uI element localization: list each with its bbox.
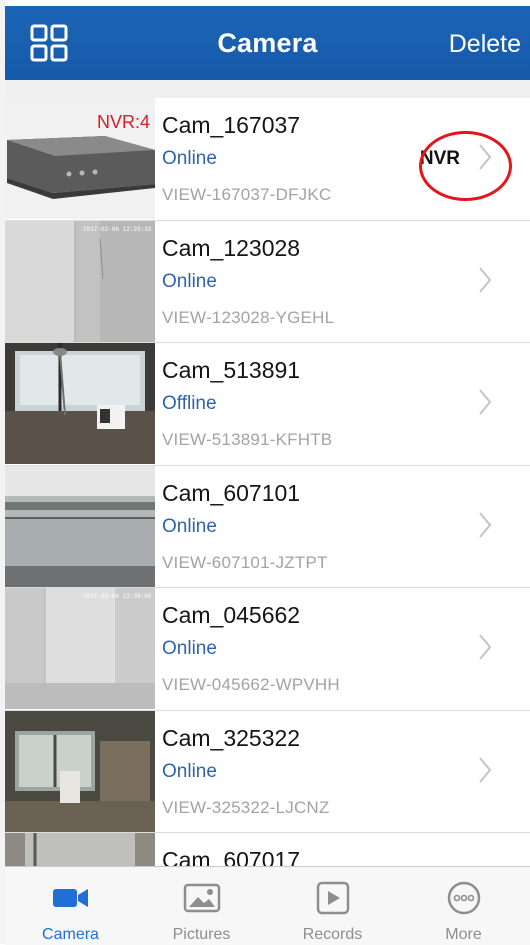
more-dots-icon xyxy=(447,881,480,915)
highlight-circle-annotation xyxy=(419,131,512,201)
delete-button[interactable]: Delete xyxy=(449,30,521,59)
camera-id: VIEW-513891-KFHTB xyxy=(162,430,333,449)
camera-status: Online xyxy=(162,760,217,782)
tab-bar: Camera Pictures Records More xyxy=(5,866,530,945)
svg-text:2017-02-06 13:38:05: 2017-02-06 13:38:05 xyxy=(83,593,152,600)
video-camera-icon xyxy=(52,889,88,907)
camera-name: Cam_607101 xyxy=(162,479,301,506)
camera-row[interactable]: Cam_607017 xyxy=(5,833,530,866)
camera-name: Cam_045662 xyxy=(162,602,301,628)
camera-id: VIEW-123028-YGEHL xyxy=(162,307,335,327)
screen-edge-left xyxy=(0,0,5,944)
picture-icon xyxy=(183,883,220,913)
camera-id: VIEW-045662-WPVHH xyxy=(162,675,340,694)
camera-status: Online xyxy=(162,148,217,169)
camera-row[interactable]: Cam_607101 Online VIEW-607101-JZTPT xyxy=(5,465,530,588)
tab-label: More xyxy=(445,926,482,943)
svg-text:2017-02-06 12:29:33: 2017-02-06 12:29:33 xyxy=(83,226,152,233)
chevron-right-icon[interactable] xyxy=(478,756,492,784)
camera-row[interactable]: Cam_513891 Offline VIEW-513891-KFHTB xyxy=(5,343,530,466)
camera-id: VIEW-325322-LJCNZ xyxy=(162,797,330,817)
tab-camera[interactable]: Camera xyxy=(5,867,136,945)
tab-pictures[interactable]: Pictures xyxy=(136,867,267,945)
chevron-right-icon[interactable] xyxy=(478,633,492,661)
navigation-bar: Camera Delete xyxy=(5,6,530,80)
chevron-right-icon[interactable] xyxy=(478,266,492,294)
tab-more[interactable]: More xyxy=(398,867,529,945)
camera-name: Cam_123028 xyxy=(162,234,301,261)
camera-status: Online xyxy=(162,638,217,659)
tab-label: Records xyxy=(302,926,363,943)
chevron-right-icon[interactable] xyxy=(478,388,492,416)
camera-row[interactable]: 2017-02-06 12:29:33 Cam_123028 Online VI… xyxy=(5,220,530,343)
camera-thumbnail xyxy=(5,465,155,587)
camera-name: Cam_167037 xyxy=(162,112,301,138)
camera-row[interactable]: 2017-02-06 13:38:05 Cam_045662 Online VI… xyxy=(5,588,530,711)
camera-thumbnail xyxy=(5,710,155,832)
chevron-right-icon[interactable] xyxy=(478,511,492,539)
camera-thumbnail: 2017-02-06 13:38:05 xyxy=(5,588,155,709)
camera-thumbnail xyxy=(5,343,155,464)
play-record-icon xyxy=(316,881,349,915)
list-header-spacer xyxy=(5,80,530,99)
camera-id: VIEW-607101-JZTPT xyxy=(162,552,328,572)
camera-name: Cam_607017 xyxy=(162,847,301,866)
camera-status: Online xyxy=(162,270,217,292)
tab-records[interactable]: Records xyxy=(267,867,398,945)
nvr-channel-tag: NVR:4 xyxy=(97,112,151,132)
camera-status: Online xyxy=(162,515,217,537)
camera-list: NVR:4 Cam_167037 Online VIEW-167037-DFJK… xyxy=(5,98,530,866)
tab-label: Camera xyxy=(42,926,99,943)
camera-thumbnail xyxy=(5,833,155,866)
camera-row[interactable]: Cam_325322 Online VIEW-325322-LJCNZ xyxy=(5,710,530,833)
camera-thumbnail: 2017-02-06 12:29:33 xyxy=(5,220,155,342)
tab-label: Pictures xyxy=(172,926,231,943)
screen-edge-top xyxy=(0,0,530,6)
camera-name: Cam_513891 xyxy=(162,357,301,383)
camera-status: Offline xyxy=(162,393,217,414)
camera-id: VIEW-167037-DFJKC xyxy=(162,185,332,204)
camera-name: Cam_325322 xyxy=(162,724,301,751)
